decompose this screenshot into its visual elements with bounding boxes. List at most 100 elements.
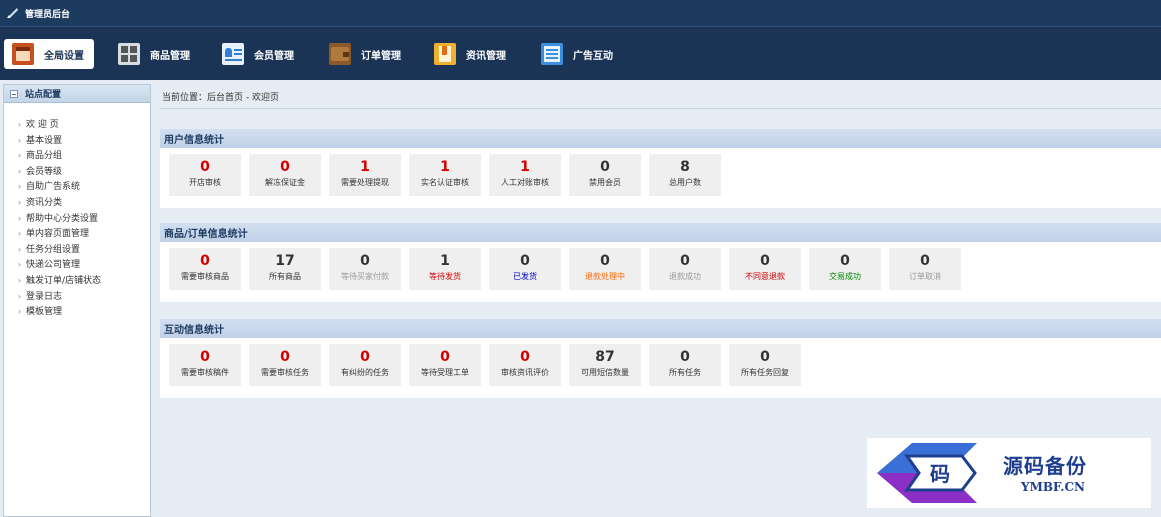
- sidebar-item[interactable]: › 欢 迎 页: [18, 117, 150, 133]
- chevron-right-icon: ›: [18, 213, 22, 223]
- stat-card[interactable]: 0 等待受理工单: [409, 344, 481, 386]
- nav-tab-ads[interactable]: 广告互动: [541, 39, 613, 69]
- stat-label: 需要审核稿件: [181, 368, 229, 377]
- stat-card[interactable]: 0 退款处理中: [569, 248, 641, 290]
- nav-tab-product[interactable]: 商品管理: [118, 39, 190, 69]
- stat-label: 禁用会员: [589, 178, 621, 187]
- sidebar-item[interactable]: › 自助广告系统: [18, 179, 150, 195]
- stat-label: 订单取消: [909, 272, 941, 281]
- section-body: 0 需要审核商品 17 所有商品 0 等待买家付款 1 等待发货 0 已发货 0 退款处理中 0 退款成功…: [160, 242, 1161, 302]
- stat-label: 总用户数: [669, 178, 701, 187]
- stat-label: 实名认证审核: [421, 178, 469, 187]
- stat-label: 所有商品: [269, 272, 301, 281]
- nav-tab-global-settings[interactable]: 全局设置: [4, 39, 94, 69]
- main-nav: 全局设置 商品管理 会员管理 订单管理 资讯管理 广告互动: [0, 26, 1161, 80]
- stat-value: 0: [920, 253, 930, 269]
- chevron-right-icon: ›: [18, 275, 22, 285]
- sidebar-item[interactable]: › 资讯分类: [18, 195, 150, 211]
- stat-value: 87: [595, 349, 615, 365]
- chevron-right-icon: ›: [18, 182, 22, 192]
- stat-label: 审核资讯评价: [501, 368, 549, 377]
- sidebar-item[interactable]: › 登录日志: [18, 289, 150, 305]
- nav-tab-label: 订单管理: [361, 50, 401, 62]
- stat-label: 等待发货: [429, 272, 461, 281]
- stat-value: 0: [600, 159, 610, 175]
- stat-value: 0: [680, 349, 690, 365]
- stat-label: 需要审核任务: [261, 368, 309, 377]
- stat-card[interactable]: 0 所有任务: [649, 344, 721, 386]
- nav-tab-label: 商品管理: [150, 50, 190, 62]
- stat-card[interactable]: 87 可用短信数量: [569, 344, 641, 386]
- stat-value: 0: [200, 349, 210, 365]
- order-stats-section: 商品/订单信息统计 0 需要审核商品 17 所有商品 0 等待买家付款 1 等待发货 0 已发货 0…: [160, 223, 1161, 302]
- stat-card[interactable]: 0 需要审核稿件: [169, 344, 241, 386]
- member-card-icon: [222, 43, 244, 65]
- watermark-logo-icon: 码: [877, 443, 977, 503]
- bookmark-icon: [434, 43, 456, 65]
- sidebar-item[interactable]: › 触发订单/店铺状态: [18, 273, 150, 289]
- sidebar-item[interactable]: › 模板管理: [18, 304, 150, 320]
- sidebar-group-header[interactable]: 站点配置: [4, 85, 150, 103]
- sidebar-item[interactable]: › 基本设置: [18, 133, 150, 149]
- stat-label: 需要审核商品: [181, 272, 229, 281]
- stat-card[interactable]: 0 不同意退款: [729, 248, 801, 290]
- sidebar-item-label: 商品分组: [26, 151, 63, 162]
- stat-card[interactable]: 0 需要审核商品: [169, 248, 241, 290]
- chevron-right-icon: ›: [18, 229, 22, 239]
- sidebar-item[interactable]: › 任务分组设置: [18, 242, 150, 258]
- stat-card[interactable]: 1 需要处理提现: [329, 154, 401, 196]
- sidebar-item-label: 登录日志: [26, 291, 63, 302]
- stat-card[interactable]: 0 有纠纷的任务: [329, 344, 401, 386]
- stat-value: 1: [360, 159, 370, 175]
- section-body: 0 需要审核稿件 0 需要审核任务 0 有纠纷的任务 0 等待受理工单 0 审核资讯评价 87 可用短…: [160, 338, 1161, 398]
- stat-label: 开店审核: [189, 178, 221, 187]
- stat-card[interactable]: 1 人工对账审核: [489, 154, 561, 196]
- watermark-logo: 码 源码备份 YMBF.CN: [867, 438, 1151, 508]
- stat-card[interactable]: 0 需要审核任务: [249, 344, 321, 386]
- stat-value: 8: [680, 159, 690, 175]
- stat-value: 0: [440, 349, 450, 365]
- stat-card[interactable]: 0 退款成功: [649, 248, 721, 290]
- stat-card[interactable]: 0 交易成功: [809, 248, 881, 290]
- stat-card[interactable]: 0 开店审核: [169, 154, 241, 196]
- stat-card[interactable]: 0 订单取消: [889, 248, 961, 290]
- collapse-icon[interactable]: [10, 89, 18, 98]
- stat-card[interactable]: 1 实名认证审核: [409, 154, 481, 196]
- sidebar-menu: › 欢 迎 页 › 基本设置 › 商品分组 › 会员等级 › 自助广告系统 › 资讯分类 › 帮助中心分类…: [4, 103, 150, 320]
- stat-value: 0: [280, 349, 290, 365]
- stat-value: 0: [360, 253, 370, 269]
- sidebar-item-label: 资讯分类: [26, 197, 63, 208]
- sidebar-item[interactable]: › 商品分组: [18, 148, 150, 164]
- nav-tab-member[interactable]: 会员管理: [222, 39, 294, 69]
- stat-label: 人工对账审核: [501, 178, 549, 187]
- stat-card[interactable]: 0 解冻保证金: [249, 154, 321, 196]
- stat-card[interactable]: 8 总用户数: [649, 154, 721, 196]
- chevron-right-icon: ›: [18, 120, 22, 129]
- sidebar-item-label: 模板管理: [26, 307, 63, 318]
- stat-card[interactable]: 0 审核资讯评价: [489, 344, 561, 386]
- sidebar-item[interactable]: › 快递公司管理: [18, 257, 150, 273]
- sidebar-item[interactable]: › 帮助中心分类设置: [18, 211, 150, 227]
- nav-tab-order[interactable]: 订单管理: [329, 39, 401, 69]
- watermark-en: YMBF.CN: [1021, 480, 1086, 494]
- nav-tab-news[interactable]: 资讯管理: [434, 39, 506, 69]
- stat-card[interactable]: 0 禁用会员: [569, 154, 641, 196]
- sidebar-item-label: 会员等级: [26, 166, 63, 177]
- stat-card[interactable]: 0 等待买家付款: [329, 248, 401, 290]
- stat-value: 0: [760, 253, 770, 269]
- stat-card[interactable]: 0 已发货: [489, 248, 561, 290]
- breadcrumb-divider: [160, 108, 1161, 109]
- stat-label: 交易成功: [829, 272, 861, 281]
- stat-label: 解冻保证金: [265, 178, 305, 187]
- wallet-icon: [329, 43, 351, 65]
- sidebar-item-label: 单内容页面管理: [26, 229, 90, 240]
- stat-value: 1: [520, 159, 530, 175]
- sidebar-item[interactable]: › 单内容页面管理: [18, 226, 150, 242]
- stat-label: 等待买家付款: [341, 272, 389, 281]
- sidebar-item[interactable]: › 会员等级: [18, 164, 150, 180]
- app-logo-icon: [7, 8, 18, 18]
- stat-card[interactable]: 1 等待发货: [409, 248, 481, 290]
- stat-card[interactable]: 17 所有商品: [249, 248, 321, 290]
- stat-card[interactable]: 0 所有任务回复: [729, 344, 801, 386]
- section-body: 0 开店审核 0 解冻保证金 1 需要处理提现 1 实名认证审核 1 人工对账审核 0 禁用会员 8 总用…: [160, 148, 1161, 208]
